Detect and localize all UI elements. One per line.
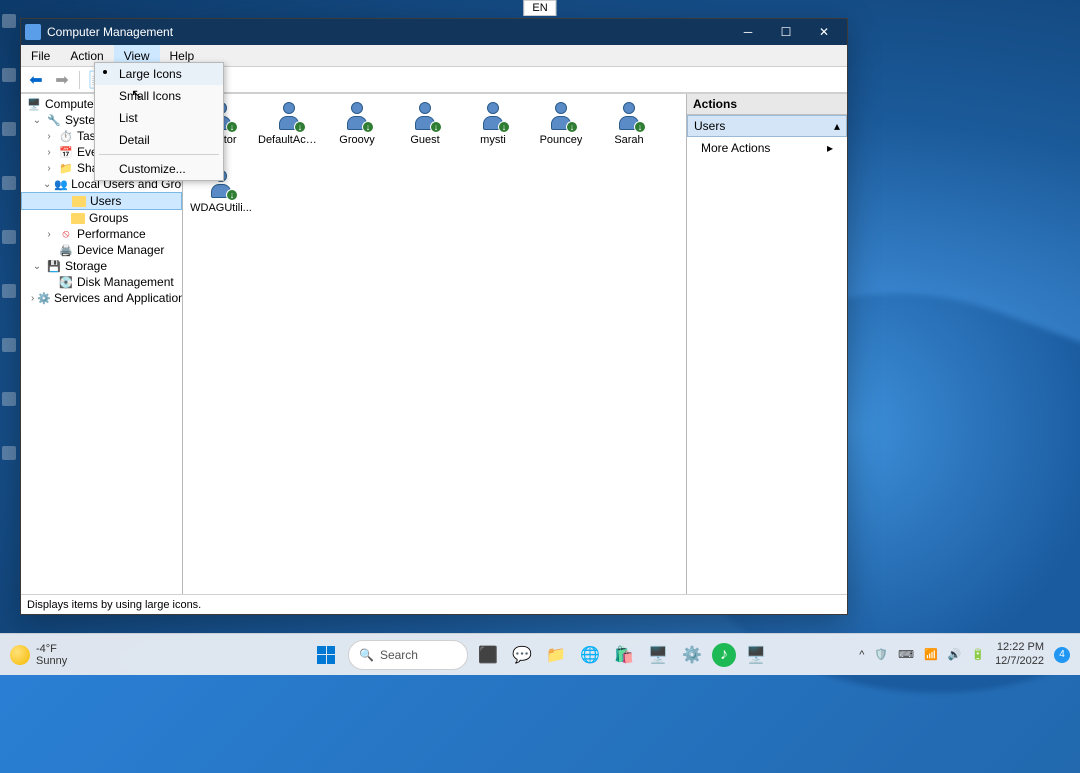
users-panel[interactable]: ↓strator ↓DefaultAcc... ↓Groovy ↓Guest ↓… bbox=[183, 94, 687, 594]
tree-users[interactable]: Users bbox=[21, 192, 182, 210]
notification-badge[interactable]: 4 bbox=[1054, 647, 1070, 663]
settings-icon[interactable]: ⚙️ bbox=[678, 641, 706, 669]
dropdown-large-icons[interactable]: Large Icons bbox=[95, 63, 223, 85]
start-button[interactable] bbox=[310, 639, 342, 671]
store-icon[interactable]: 🛍️ bbox=[610, 641, 638, 669]
statusbar: Displays items by using large icons. bbox=[21, 594, 847, 614]
maximize-button[interactable]: ☐ bbox=[767, 19, 805, 45]
windows-logo-icon bbox=[317, 646, 335, 664]
dropdown-detail[interactable]: Detail bbox=[95, 129, 223, 151]
compmgmt-taskbar-icon[interactable]: 🖥️ bbox=[742, 641, 770, 669]
tree-performance[interactable]: ›⦸Performance bbox=[21, 226, 182, 242]
user-guest[interactable]: ↓Guest bbox=[393, 100, 457, 164]
search-box[interactable]: 🔍Search bbox=[348, 640, 468, 670]
tree-storage[interactable]: ⌄💾Storage bbox=[21, 258, 182, 274]
user-mysti[interactable]: ↓mysti bbox=[461, 100, 525, 164]
forward-button[interactable]: ➡ bbox=[51, 69, 73, 91]
wifi-icon[interactable]: 📶 bbox=[924, 648, 938, 661]
tray-expand-icon[interactable]: ^ bbox=[859, 649, 864, 661]
temperature: -4°F bbox=[36, 643, 67, 655]
desktop-icons-strip bbox=[2, 14, 18, 460]
check-icon bbox=[103, 70, 107, 74]
actions-panel: Actions Users▴ More Actions▸ bbox=[687, 94, 847, 594]
actions-group-users[interactable]: Users▴ bbox=[687, 115, 847, 137]
taskview-icon[interactable]: ⬛ bbox=[474, 641, 502, 669]
app-icon-1[interactable]: 🖥️ bbox=[644, 641, 672, 669]
tree-services-apps[interactable]: ›⚙️Services and Applications bbox=[21, 290, 182, 306]
menu-file[interactable]: File bbox=[21, 45, 60, 66]
battery-icon[interactable]: 🔋 bbox=[971, 648, 985, 661]
dropdown-list[interactable]: List bbox=[95, 107, 223, 129]
menu-separator bbox=[99, 154, 219, 155]
tree-disk-management[interactable]: 💽Disk Management bbox=[21, 274, 182, 290]
weather-widget[interactable]: -4°F Sunny bbox=[10, 643, 67, 667]
app-icon bbox=[25, 24, 41, 40]
language-indicator[interactable]: EN bbox=[523, 0, 556, 16]
sun-icon bbox=[10, 645, 30, 665]
user-defaultaccount[interactable]: ↓DefaultAcc... bbox=[257, 100, 321, 164]
chevron-right-icon: ▸ bbox=[827, 141, 833, 155]
clock[interactable]: 12:22 PM 12/7/2022 bbox=[995, 641, 1044, 667]
keyboard-icon[interactable]: ⌨ bbox=[898, 648, 914, 661]
view-dropdown: Large Icons Small Icons List Detail Cust… bbox=[94, 62, 224, 181]
edge-icon[interactable]: 🌐 bbox=[576, 641, 604, 669]
action-more[interactable]: More Actions▸ bbox=[687, 137, 847, 159]
explorer-icon[interactable]: 📁 bbox=[542, 641, 570, 669]
minimize-button[interactable]: ─ bbox=[729, 19, 767, 45]
collapse-icon: ▴ bbox=[834, 119, 840, 133]
user-groovy[interactable]: ↓Groovy bbox=[325, 100, 389, 164]
back-button[interactable]: ⬅ bbox=[25, 69, 47, 91]
tree-groups[interactable]: Groups bbox=[21, 210, 182, 226]
window-title: Computer Management bbox=[47, 25, 173, 39]
taskbar[interactable]: -4°F Sunny 🔍Search ⬛ 💬 📁 🌐 🛍️ 🖥️ ⚙️ ♪ 🖥️… bbox=[0, 633, 1080, 675]
user-pouncey[interactable]: ↓Pouncey bbox=[529, 100, 593, 164]
condition: Sunny bbox=[36, 655, 67, 667]
spotify-icon[interactable]: ♪ bbox=[712, 643, 736, 667]
tree-device-manager[interactable]: 🖨️Device Manager bbox=[21, 242, 182, 258]
volume-icon[interactable]: 🔊 bbox=[948, 648, 962, 661]
dropdown-customize[interactable]: Customize... bbox=[95, 158, 223, 180]
titlebar[interactable]: Computer Management ─ ☐ ✕ bbox=[21, 19, 847, 45]
security-icon[interactable]: 🛡️ bbox=[874, 648, 888, 661]
search-icon: 🔍 bbox=[359, 648, 374, 662]
user-sarah[interactable]: ↓Sarah bbox=[597, 100, 661, 164]
close-button[interactable]: ✕ bbox=[805, 19, 843, 45]
dropdown-small-icons[interactable]: Small Icons bbox=[95, 85, 223, 107]
chat-icon[interactable]: 💬 bbox=[508, 641, 536, 669]
actions-header: Actions bbox=[687, 94, 847, 115]
users-grid: ↓strator ↓DefaultAcc... ↓Groovy ↓Guest ↓… bbox=[187, 98, 682, 234]
